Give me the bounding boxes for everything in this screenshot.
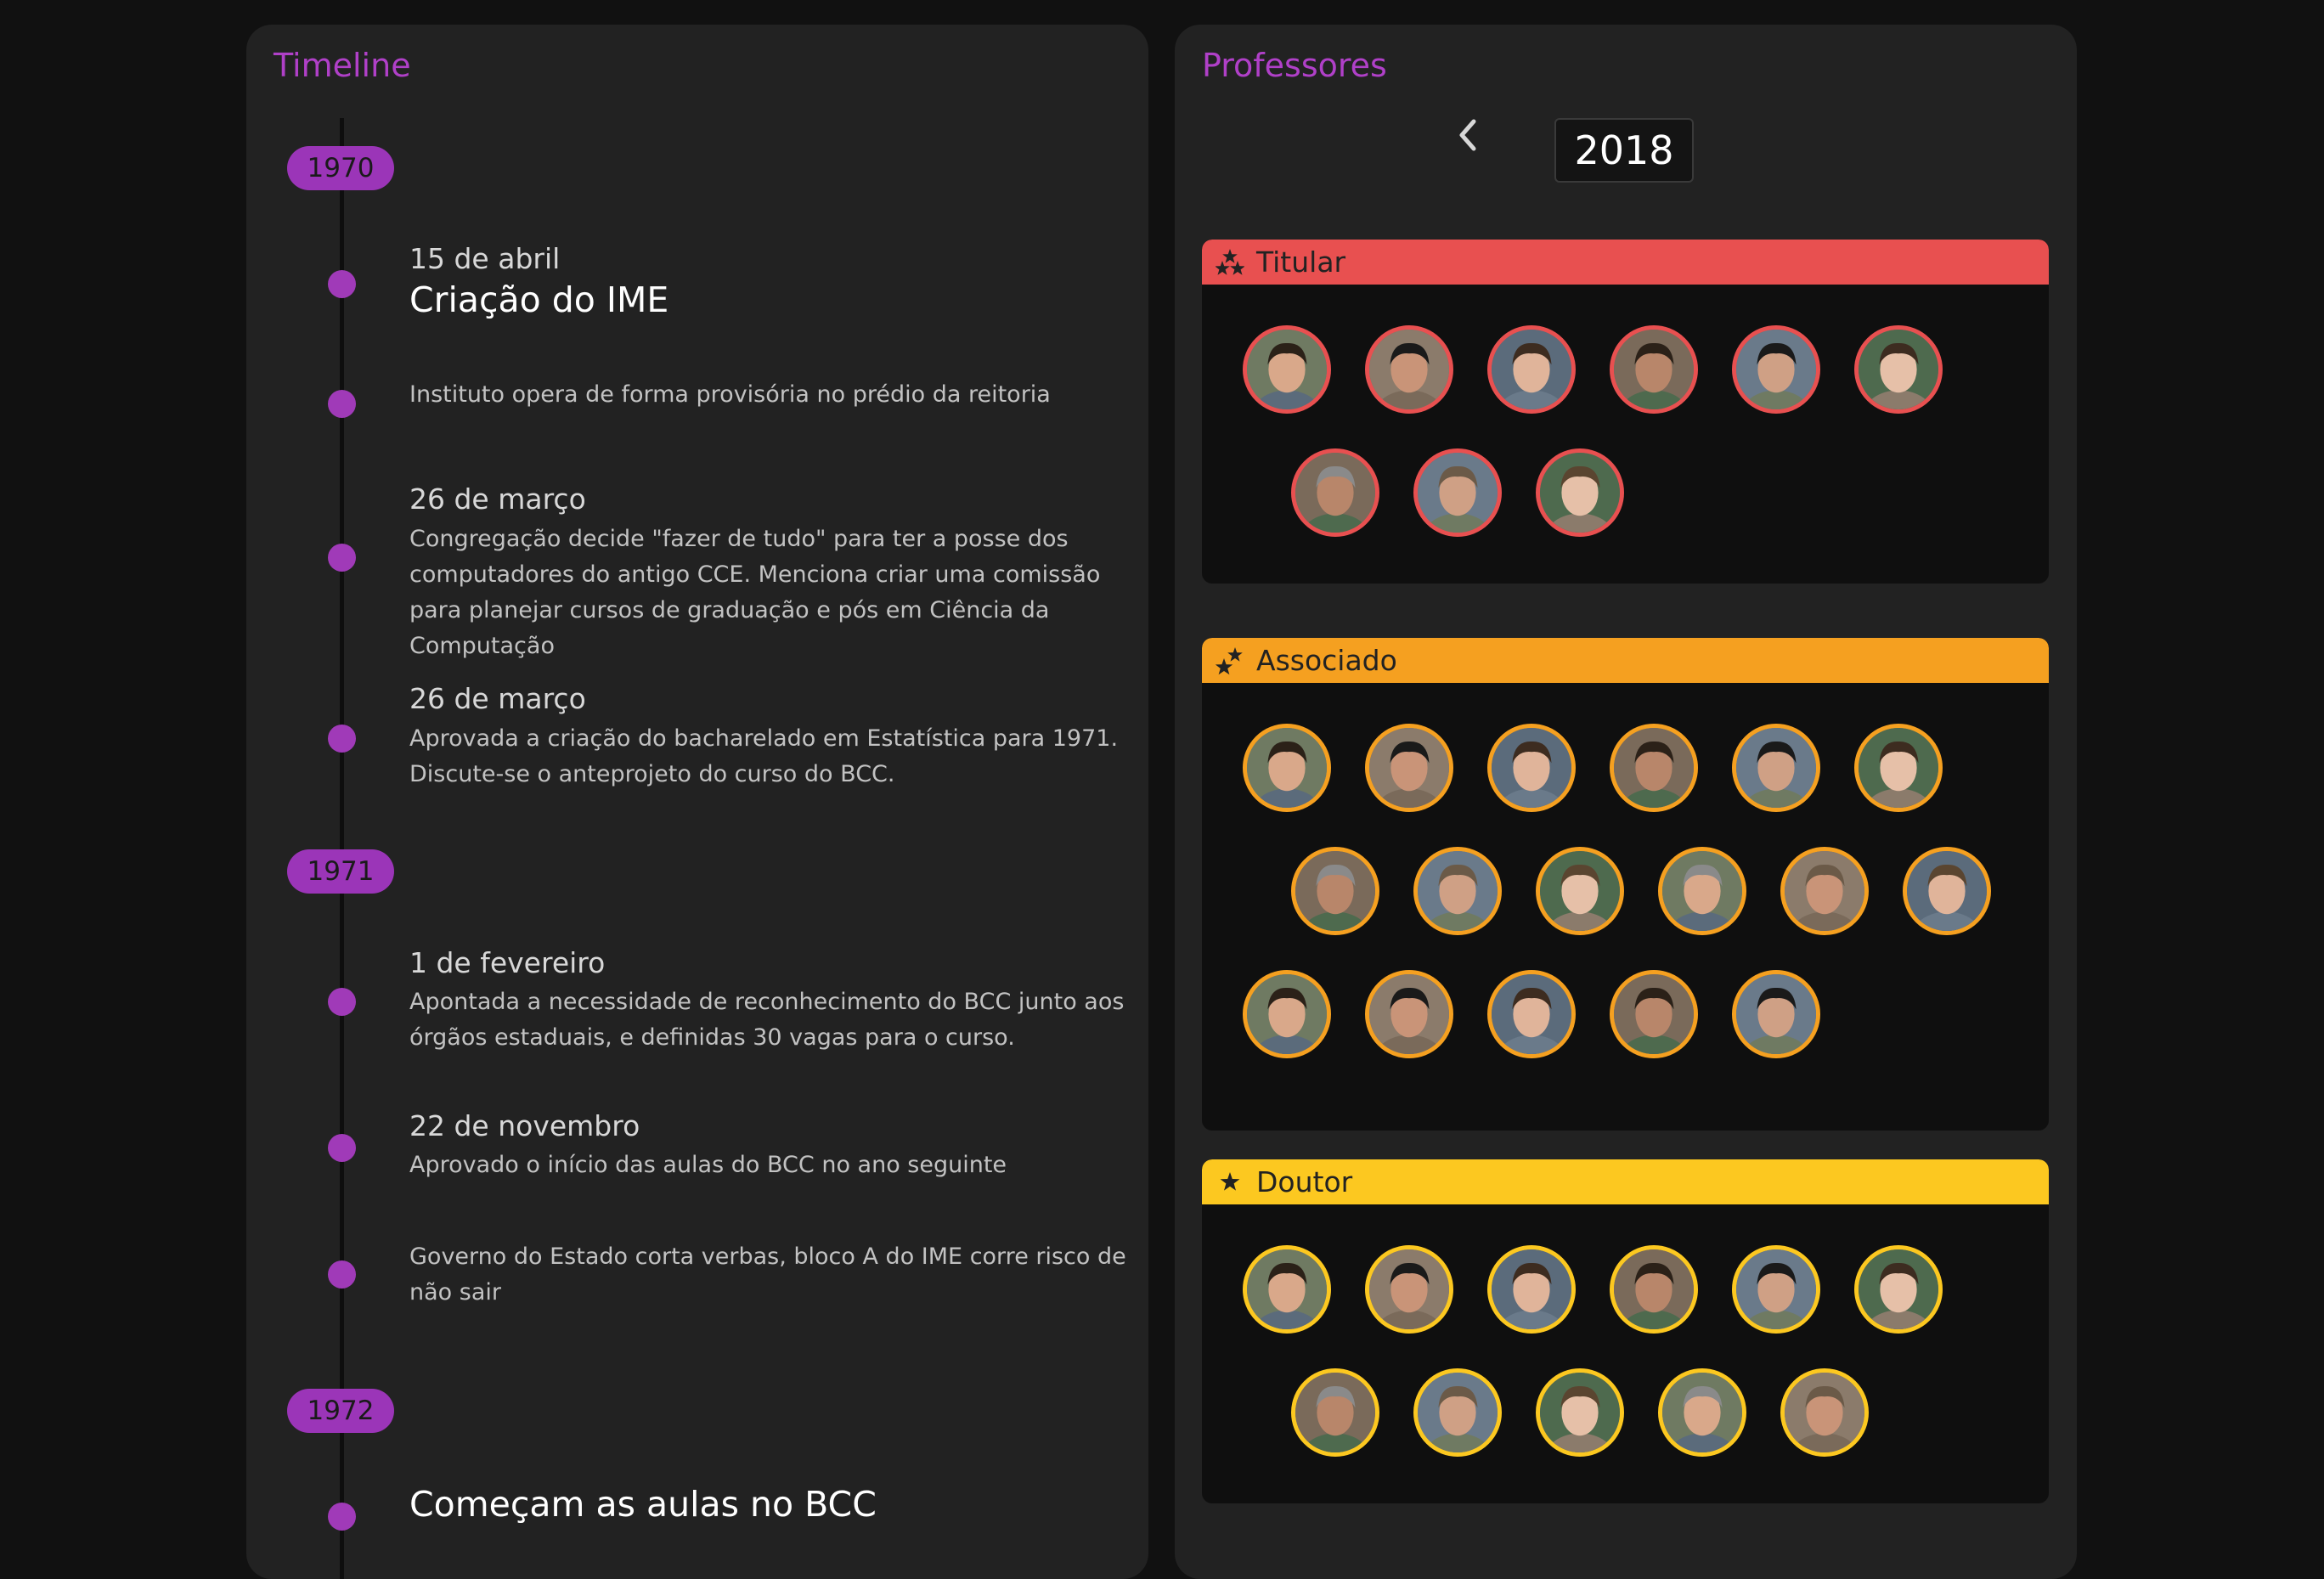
- professor-avatar[interactable]: [1536, 847, 1624, 935]
- timeline-dot: [328, 270, 356, 298]
- professor-avatar[interactable]: [1610, 1245, 1698, 1334]
- avatar-grid-associado: [1202, 683, 2049, 1103]
- professor-avatar[interactable]: [1487, 970, 1576, 1058]
- three-stars-icon: [1215, 248, 1245, 277]
- timeline-dot: [328, 390, 356, 418]
- event-date: 1 de fevereiro: [409, 946, 606, 979]
- professor-avatar[interactable]: [1291, 1368, 1379, 1457]
- professor-avatar[interactable]: [1732, 724, 1820, 812]
- professor-avatar[interactable]: [1610, 970, 1698, 1058]
- rank-block-associado: Associado: [1202, 638, 2049, 1131]
- professor-avatar[interactable]: [1780, 847, 1869, 935]
- event-date: 26 de março: [409, 682, 586, 715]
- avatar-grid-doutor: [1202, 1204, 2049, 1502]
- professor-avatar[interactable]: [1413, 448, 1502, 537]
- rank-header-doutor: Doutor: [1202, 1159, 2049, 1204]
- event-text: Governo do Estado corta verbas, bloco A …: [409, 1243, 1126, 1305]
- rank-header-associado: Associado: [1202, 638, 2049, 683]
- timeline-dot: [328, 988, 356, 1016]
- professor-avatar[interactable]: [1732, 970, 1820, 1058]
- rank-header-titular: Titular: [1202, 240, 2049, 285]
- professor-avatar[interactable]: [1243, 724, 1331, 812]
- professor-avatar[interactable]: [1732, 325, 1820, 414]
- professor-avatar[interactable]: [1780, 1368, 1869, 1457]
- event-title: Começam as aulas no BCC: [409, 1484, 877, 1525]
- year-pill-1971: 1971: [287, 849, 394, 894]
- year-pill-1972: 1972: [287, 1389, 394, 1433]
- event-date: 22 de novembro: [409, 1109, 640, 1142]
- professor-avatar[interactable]: [1243, 970, 1331, 1058]
- event-text: Instituto opera de forma provisória no p…: [409, 381, 1051, 408]
- timeline-title: Timeline: [274, 47, 411, 84]
- professor-avatar[interactable]: [1854, 724, 1943, 812]
- rank-name-associado: Associado: [1256, 644, 1397, 677]
- professor-avatar[interactable]: [1903, 847, 1991, 935]
- timeline-dot: [328, 1134, 356, 1162]
- event-title: Criação do IME: [409, 279, 669, 320]
- chevron-left-icon[interactable]: [1455, 116, 1481, 154]
- year-selector[interactable]: 2018: [1554, 118, 1694, 183]
- professor-avatar[interactable]: [1365, 1245, 1453, 1334]
- professors-panel: Professores 2018 Titular Associado Douto…: [1175, 25, 2077, 1579]
- event-text: Aprovada a criação do bacharelado em Est…: [409, 725, 1119, 787]
- rank-name-titular: Titular: [1256, 245, 1346, 279]
- professor-avatar[interactable]: [1536, 448, 1624, 537]
- professor-avatar[interactable]: [1610, 325, 1698, 414]
- event-text: Apontada a necessidade de reconhecimento…: [409, 989, 1125, 1051]
- star-icon: [1216, 1168, 1244, 1197]
- timeline-dot: [328, 544, 356, 572]
- rank-block-titular: Titular: [1202, 240, 2049, 584]
- professor-avatar[interactable]: [1243, 1245, 1331, 1334]
- timeline-dot: [328, 1503, 356, 1531]
- timeline-dot: [328, 725, 356, 753]
- professor-avatar[interactable]: [1365, 325, 1453, 414]
- professor-avatar[interactable]: [1413, 847, 1502, 935]
- professor-avatar[interactable]: [1365, 970, 1453, 1058]
- rank-name-doutor: Doutor: [1256, 1165, 1353, 1198]
- two-stars-icon: [1215, 646, 1244, 675]
- timeline-panel: Timeline 1970 15 de abril Criação do IME…: [246, 25, 1148, 1579]
- professor-avatar[interactable]: [1365, 724, 1453, 812]
- timeline-line: [340, 118, 344, 1579]
- professor-avatar[interactable]: [1487, 724, 1576, 812]
- timeline-dot: [328, 1260, 356, 1289]
- professor-avatar[interactable]: [1413, 1368, 1502, 1457]
- professor-avatar[interactable]: [1291, 448, 1379, 537]
- event-date: 26 de março: [409, 482, 586, 516]
- professor-avatar[interactable]: [1487, 325, 1576, 414]
- professor-avatar[interactable]: [1658, 847, 1746, 935]
- professor-avatar[interactable]: [1732, 1245, 1820, 1334]
- professor-avatar[interactable]: [1243, 325, 1331, 414]
- event-text: Aprovado o início das aulas do BCC no an…: [409, 1152, 1007, 1178]
- professors-title: Professores: [1202, 47, 1387, 84]
- rank-block-doutor: Doutor: [1202, 1159, 2049, 1503]
- professor-avatar[interactable]: [1487, 1245, 1576, 1334]
- event-text: Congregação decide "fazer de tudo" para …: [409, 526, 1101, 659]
- year-pill-1970: 1970: [287, 146, 394, 190]
- professor-avatar[interactable]: [1658, 1368, 1746, 1457]
- professor-avatar[interactable]: [1291, 847, 1379, 935]
- professor-avatar[interactable]: [1854, 1245, 1943, 1334]
- event-date: 15 de abril: [409, 242, 561, 275]
- professor-avatar[interactable]: [1610, 724, 1698, 812]
- professor-avatar[interactable]: [1536, 1368, 1624, 1457]
- professor-avatar[interactable]: [1854, 325, 1943, 414]
- avatar-grid-titular: [1202, 285, 2049, 582]
